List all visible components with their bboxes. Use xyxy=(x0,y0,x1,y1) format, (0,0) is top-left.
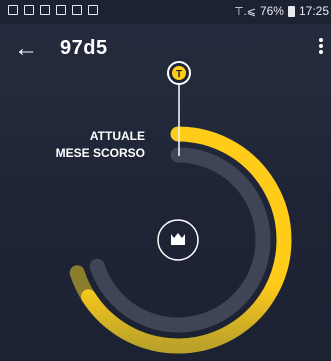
previous-label: MESE SCORSO xyxy=(55,146,145,160)
usage-ring-chart: T xyxy=(69,61,292,354)
current-label: ATTUALE xyxy=(89,129,145,143)
current-month-arc xyxy=(81,126,292,354)
chart-legend: ATTUALE MESE SCORSO xyxy=(56,128,145,162)
crown-icon xyxy=(171,233,185,245)
marker-badge-label: T xyxy=(176,69,182,80)
app-screen: ⊤.⩽ 76% 17:25 ← 97d5 T ATTUALE MESE SCOR… xyxy=(0,0,331,361)
